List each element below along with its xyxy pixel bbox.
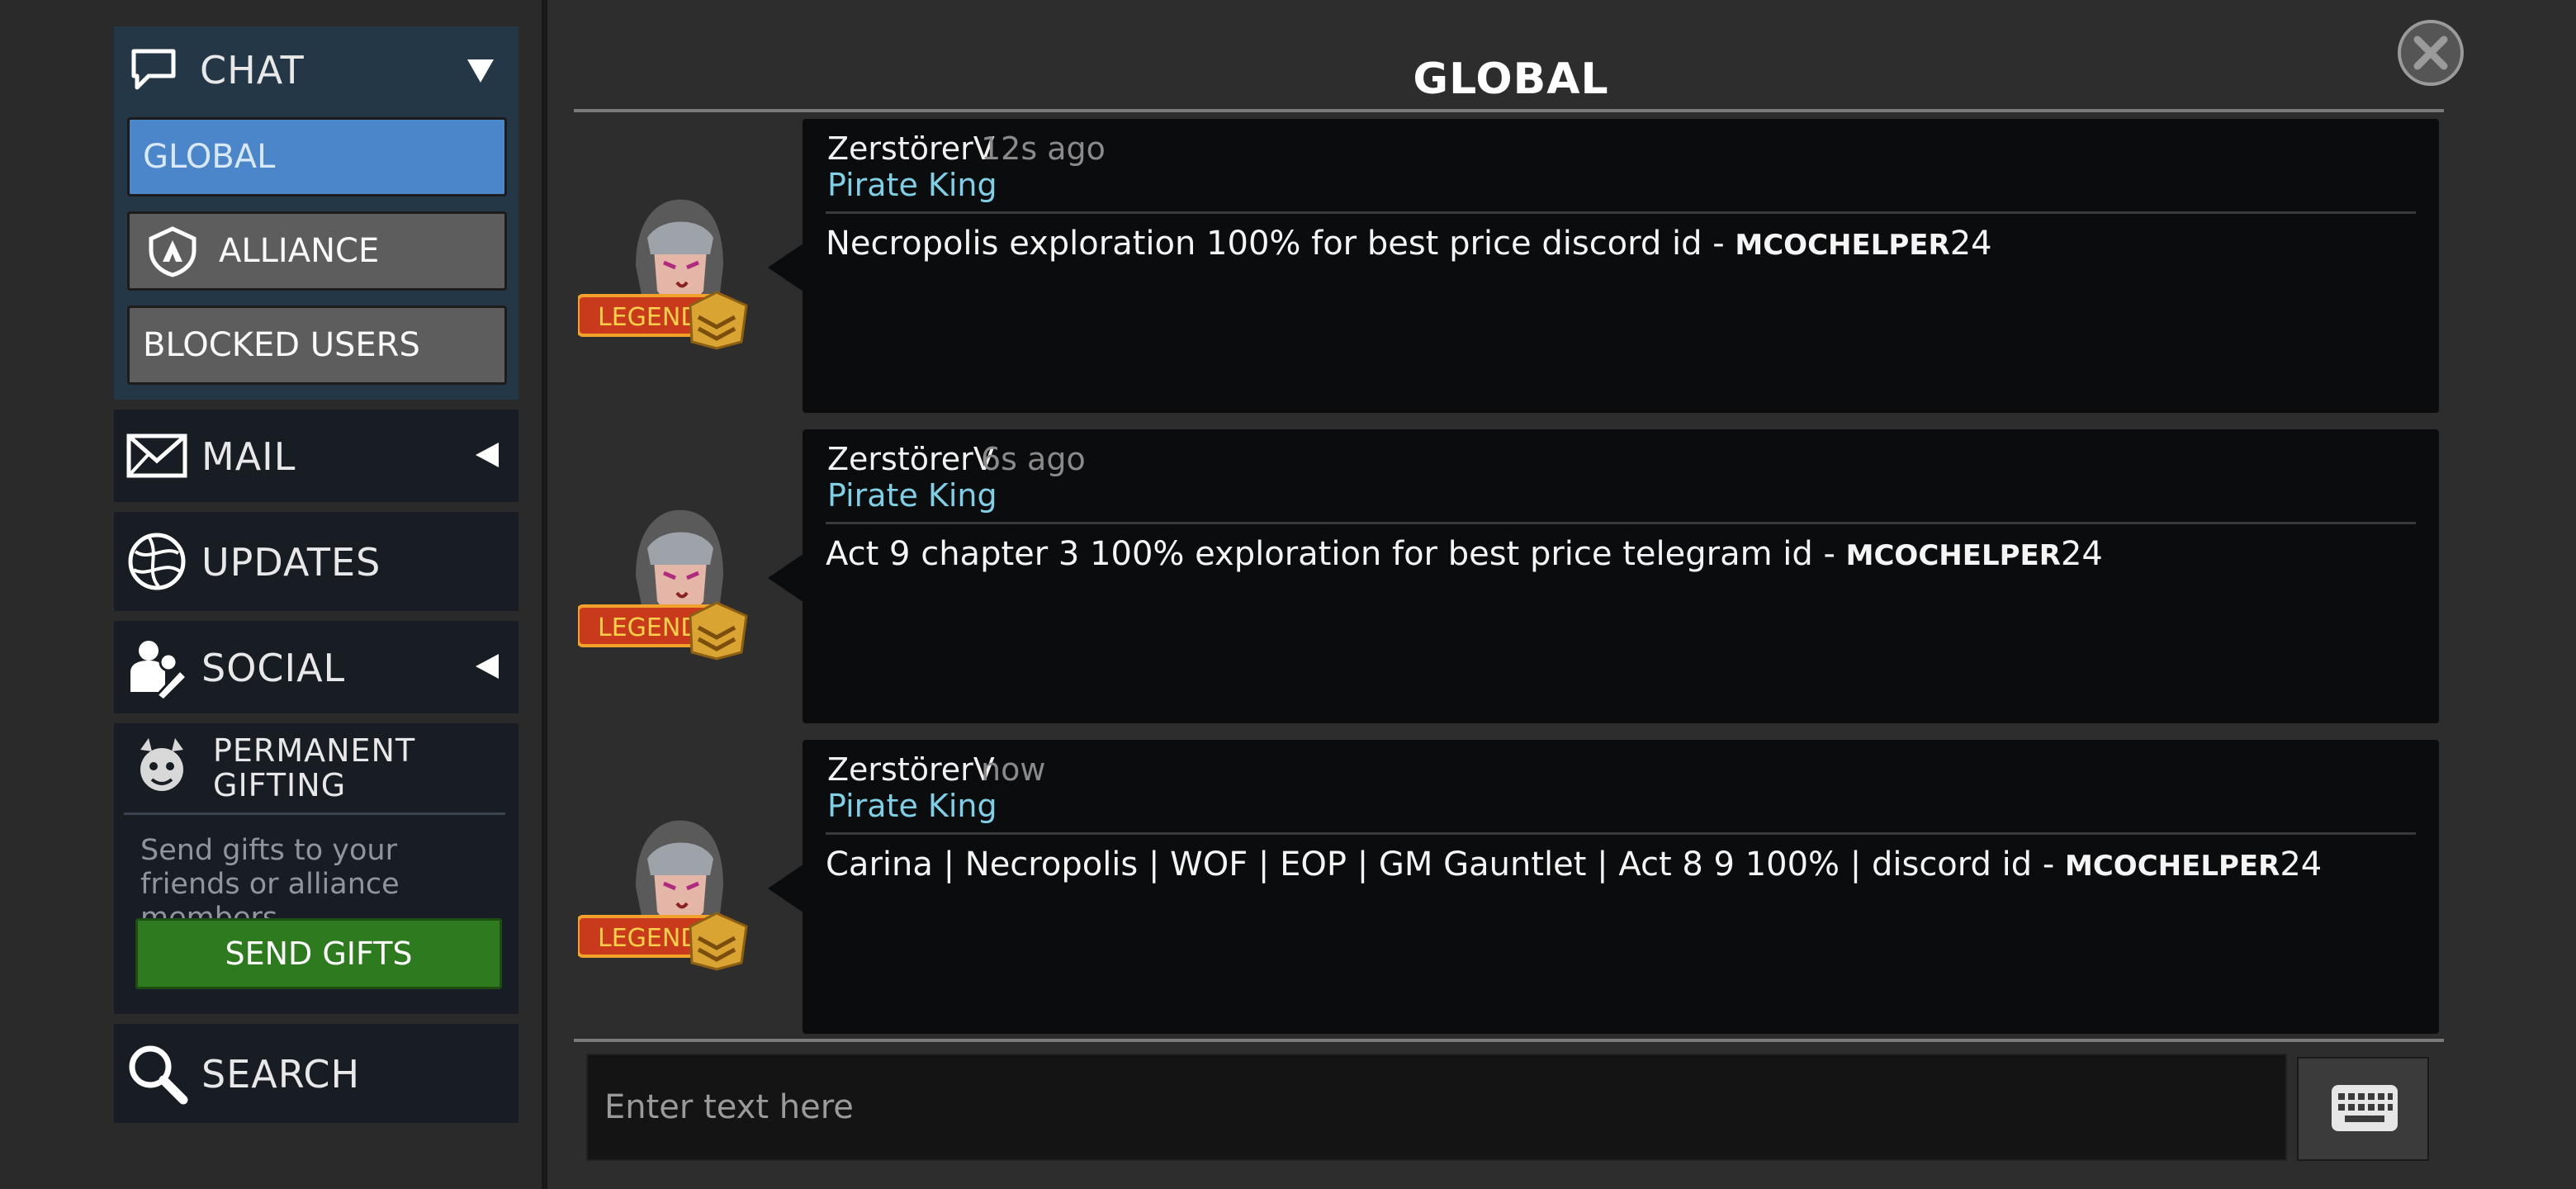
- keyboard-button[interactable]: [2297, 1057, 2429, 1161]
- chat-message: LEGEND ZerstörerV now Pirate King Carina…: [578, 740, 2444, 1037]
- chat-section: CHAT GLOBAL ALLIANCE BLOCKED USERS: [114, 26, 519, 400]
- page-title: GLOBAL: [1413, 54, 1609, 104]
- message-text: Act 9 chapter 3 100% exploration for bes…: [826, 535, 2103, 573]
- message-bubble: ZerstörerV 12s ago Pirate King Necropoli…: [803, 119, 2439, 413]
- message-username[interactable]: ZerstörerV: [827, 441, 995, 477]
- legend-badge: LEGEND: [598, 924, 699, 953]
- sidebar-item-social-label: SOCIAL: [201, 646, 346, 690]
- sidebar: CHAT GLOBAL ALLIANCE BLOCKED USERS MAIL: [0, 0, 545, 1189]
- message-divider: [826, 832, 2416, 835]
- gifting-title: PERMANENT GIFTING: [213, 733, 415, 803]
- message-text: Necropolis exploration 100% for best pri…: [826, 225, 1992, 263]
- title-divider: [574, 109, 2444, 112]
- sidebar-divider: [542, 0, 547, 1189]
- message-text: Carina | Necropolis | WOF | EOP | GM Gau…: [826, 846, 2322, 883]
- permanent-gifting-panel: PERMANENT GIFTING Send gifts to your fri…: [114, 723, 519, 1014]
- gifting-title-line2: GIFTING: [213, 767, 347, 803]
- message-timestamp: now: [981, 751, 1046, 788]
- bubble-pointer: [768, 243, 804, 292]
- message-tag: MCOCHELPER: [2065, 850, 2280, 883]
- chevron-left-icon: [476, 654, 499, 679]
- message-role: Pirate King: [827, 788, 997, 824]
- search-icon: [129, 1045, 188, 1105]
- tab-blocked-users[interactable]: BLOCKED USERS: [127, 306, 507, 385]
- sidebar-item-search-label: SEARCH: [201, 1052, 361, 1097]
- gifting-divider: [124, 812, 505, 815]
- bubble-pointer: [768, 864, 804, 913]
- legend-badge: LEGEND: [598, 303, 699, 332]
- avatar[interactable]: LEGEND: [578, 502, 776, 667]
- message-timestamp: 6s ago: [981, 441, 1086, 477]
- message-timestamp: 12s ago: [981, 130, 1106, 167]
- message-username[interactable]: ZerstörerV: [827, 130, 995, 167]
- sidebar-item-mail-label: MAIL: [201, 434, 296, 479]
- input-divider: [574, 1039, 2444, 1042]
- close-icon[interactable]: [2396, 18, 2465, 88]
- gifting-title-line1: PERMANENT: [213, 732, 416, 769]
- message-tag-number: 24: [2060, 535, 2103, 573]
- chat-bubble-icon: [131, 49, 176, 90]
- keyboard-icon: [2332, 1085, 2398, 1131]
- avatar[interactable]: LEGEND: [578, 192, 776, 357]
- bubble-pointer: [768, 553, 804, 603]
- message-bubble: ZerstörerV 6s ago Pirate King Act 9 chap…: [803, 429, 2439, 723]
- chat-input[interactable]: [588, 1055, 2285, 1159]
- message-body: Carina | Necropolis | WOF | EOP | GM Gau…: [826, 846, 2065, 883]
- message-body: Necropolis exploration 100% for best pri…: [826, 225, 1735, 263]
- sidebar-item-updates-label: UPDATES: [201, 540, 381, 585]
- message-body: Act 9 chapter 3 100% exploration for bes…: [826, 535, 1846, 573]
- message-tag: MCOCHELPER: [1735, 229, 1950, 262]
- chat-input-box: [586, 1054, 2287, 1161]
- avatar[interactable]: LEGEND: [578, 812, 776, 978]
- message-tag-number: 24: [2280, 846, 2323, 883]
- sidebar-item-search[interactable]: SEARCH: [114, 1024, 519, 1123]
- gift-icon: [140, 738, 183, 791]
- chat-message: LEGEND ZerstörerV 6s ago Pirate King Act…: [578, 429, 2444, 727]
- legend-badge: LEGEND: [598, 613, 699, 642]
- send-gifts-button[interactable]: SEND GIFTS: [135, 918, 502, 989]
- chevron-left-icon: [476, 443, 499, 467]
- chat-label: CHAT: [200, 48, 305, 92]
- tab-global[interactable]: GLOBAL: [127, 117, 507, 197]
- social-icon: [130, 641, 189, 700]
- message-role: Pirate King: [827, 167, 997, 203]
- chat-header[interactable]: CHAT: [114, 26, 519, 117]
- tab-blocked-users-label: BLOCKED USERS: [143, 326, 420, 364]
- sidebar-item-mail[interactable]: MAIL: [114, 410, 519, 502]
- tab-alliance-label: ALLIANCE: [219, 232, 380, 270]
- message-tag: MCOCHELPER: [1845, 539, 2061, 572]
- sidebar-item-updates[interactable]: UPDATES: [114, 512, 519, 611]
- message-tag-number: 24: [1949, 225, 1992, 263]
- sidebar-item-social[interactable]: SOCIAL: [114, 621, 519, 713]
- shield-icon: [149, 226, 197, 277]
- message-divider: [826, 211, 2416, 214]
- globe-icon: [128, 533, 186, 590]
- envelope-icon: [126, 433, 187, 478]
- chat-message: LEGEND ZerstörerV 12s ago Pirate King Ne…: [578, 119, 2444, 416]
- message-bubble: ZerstörerV now Pirate King Carina | Necr…: [803, 740, 2439, 1034]
- message-role: Pirate King: [827, 477, 997, 514]
- message-username[interactable]: ZerstörerV: [827, 751, 995, 788]
- message-divider: [826, 522, 2416, 524]
- tab-alliance[interactable]: ALLIANCE: [127, 211, 507, 291]
- tab-global-label: GLOBAL: [143, 138, 276, 176]
- chevron-down-icon: [467, 59, 494, 83]
